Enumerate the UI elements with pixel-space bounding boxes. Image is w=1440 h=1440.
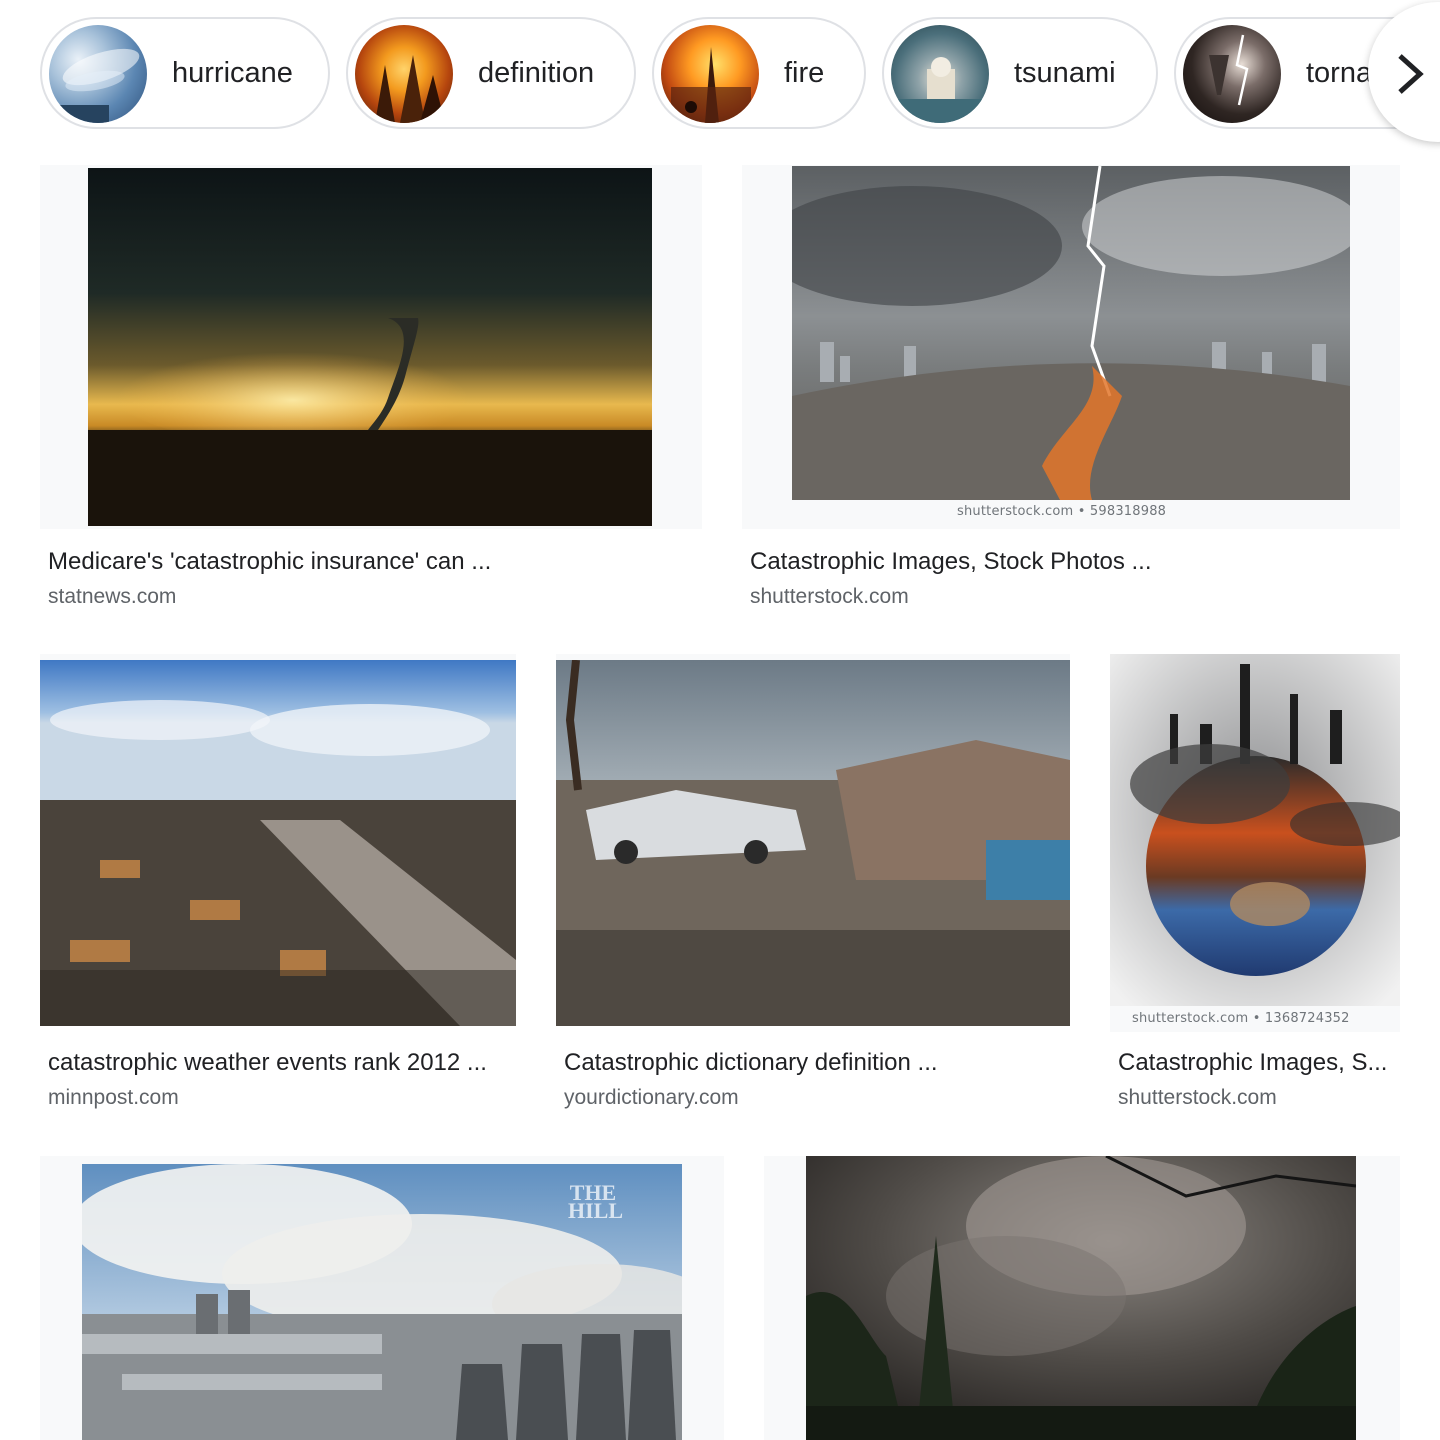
burned-neighborhood-image: [40, 660, 516, 1026]
image-result-4[interactable]: Catastrophic dictionary definition ... y…: [556, 654, 1070, 1116]
definition-thumbnail: [355, 25, 453, 123]
image-frame: shutterstock.com • 598318988: [742, 165, 1400, 529]
image-frame: [764, 1156, 1400, 1440]
image-result-2[interactable]: shutterstock.com • 598318988 Catastrophi…: [742, 165, 1400, 615]
image-frame: shutterstock.com • 1368724352: [1110, 654, 1400, 1032]
image-watermark: shutterstock.com • 598318988: [957, 504, 1167, 519]
fire-thumbnail: [661, 25, 759, 123]
image-frame: THE HILL: [40, 1156, 724, 1440]
result-source: shutterstock.com: [750, 585, 909, 608]
chip-label: fire: [784, 57, 825, 89]
tornado-thumbnail: [1183, 25, 1281, 123]
bushfire-smoke-image: [806, 1156, 1356, 1440]
chip-label: definition: [478, 57, 595, 89]
image-result-1[interactable]: Medicare's 'catastrophic insurance' can …: [40, 165, 702, 615]
result-title[interactable]: catastrophic weather events rank 2012 ..…: [48, 1049, 508, 1077]
image-frame: [556, 654, 1070, 1026]
chip-hurricane[interactable]: hurricane: [40, 17, 330, 129]
chip-tsunami[interactable]: tsunami: [882, 17, 1158, 129]
result-title[interactable]: Catastrophic dictionary definition ...: [564, 1049, 1064, 1077]
result-title[interactable]: Catastrophic Images, S...: [1118, 1049, 1393, 1077]
hurricane-thumbnail: [49, 25, 147, 123]
image-frame: [40, 165, 702, 529]
image-result-6[interactable]: THE HILL: [40, 1156, 724, 1440]
chip-fire[interactable]: fire: [652, 17, 866, 129]
result-source: yourdictionary.com: [564, 1086, 739, 1109]
tornado-debris-image: [556, 660, 1070, 1026]
tsunami-thumbnail: [891, 25, 989, 123]
result-title[interactable]: Catastrophic Images, Stock Photos ...: [750, 548, 1380, 576]
image-result-7[interactable]: [764, 1156, 1400, 1440]
chip-label: hurricane: [172, 57, 293, 89]
image-result-5[interactable]: shutterstock.com • 1368724352 Catastroph…: [1110, 654, 1400, 1116]
tornado-field-image: [88, 168, 652, 526]
result-source: minnpost.com: [48, 1086, 179, 1109]
image-result-3[interactable]: catastrophic weather events rank 2012 ..…: [40, 654, 516, 1116]
result-source: statnews.com: [48, 585, 177, 608]
image-watermark: shutterstock.com • 1368724352: [1132, 1011, 1350, 1026]
chip-label: tsunami: [1014, 57, 1116, 89]
chip-label: torna: [1306, 57, 1373, 89]
result-title[interactable]: Medicare's 'catastrophic insurance' can …: [48, 548, 678, 576]
publisher-logo: THE HILL: [568, 1180, 624, 1223]
image-frame: [40, 654, 516, 1026]
lightning-city-image: [792, 166, 1350, 500]
polluted-earth-image: [1110, 654, 1400, 1006]
chip-definition[interactable]: definition: [346, 17, 636, 129]
result-source: shutterstock.com: [1118, 1086, 1277, 1109]
chevron-right-icon: [1398, 54, 1424, 94]
